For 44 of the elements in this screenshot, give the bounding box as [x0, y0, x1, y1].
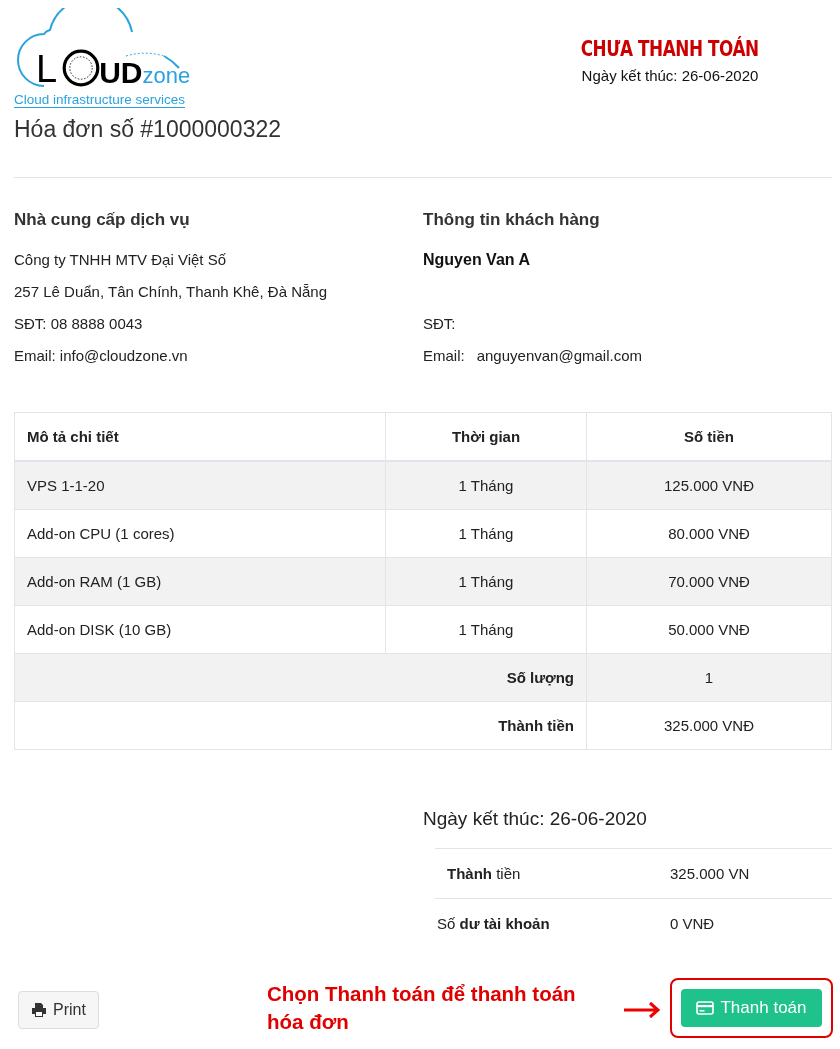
- logo-suffix: zone: [142, 64, 191, 88]
- phone-label: SĐT:: [423, 314, 457, 334]
- ring-icon: [61, 48, 102, 88]
- provider-info: 257 Lê Duẩn, Tân Chính, Thanh Khê, Đà Nẵng: [14, 282, 328, 302]
- table-cell: 80.000 VNĐ: [586, 509, 832, 558]
- printer-icon: [31, 1002, 47, 1018]
- provider-info: Công ty TNHH MTV Đại Việt Số: [14, 250, 227, 270]
- table-cell: 1 Tháng: [385, 461, 587, 510]
- status-label: CHƯA THANH TOÁN: [581, 36, 759, 61]
- annotation-text: Chọn Thanh toán để thanh toán hóa đơn: [267, 981, 577, 1035]
- summary-value: 0 VNĐ: [669, 898, 832, 948]
- logo-bold-text: UD: [99, 58, 143, 88]
- table-cell: Add-on DISK (10 GB): [14, 605, 386, 654]
- credit-card-icon: [696, 1001, 715, 1015]
- table-cell: Add-on CPU (1 cores): [14, 509, 386, 558]
- section-heading: Thông tin khách hàng: [423, 209, 601, 231]
- section-heading: Nhà cung cấp dịch vụ: [14, 209, 191, 231]
- due-date: Ngày kết thúc: 26-06-2020: [423, 808, 648, 830]
- logo-letter: L: [36, 50, 58, 88]
- total-value: 325.000 VNĐ: [586, 701, 832, 750]
- total-label: Thành tiền: [14, 701, 587, 750]
- provider-info: Email: info@cloudzone.vn: [14, 346, 189, 366]
- table-cell: 70.000 VNĐ: [586, 557, 832, 606]
- arrow-icon: [622, 1000, 662, 1020]
- summary-value: 325.000 VN: [669, 848, 832, 899]
- table-cell: VPS 1-1-20: [14, 461, 386, 510]
- summary-label: Thành tiền: [435, 848, 669, 899]
- logo-tagline: Cloud infrastructure services: [14, 92, 186, 108]
- table-cell: 50.000 VNĐ: [586, 605, 832, 654]
- table-cell: 1 Tháng: [385, 605, 587, 654]
- customer-email: anguyenvan@gmail.com: [476, 346, 642, 366]
- total-value: 1: [586, 653, 832, 702]
- customer-name: Nguyen Van A: [423, 250, 531, 270]
- table-cell: Add-on RAM (1 GB): [14, 557, 386, 606]
- invoice-title: Hóa đơn số #1000000322: [14, 116, 283, 143]
- summary-label: Số dư tài khoản: [435, 898, 669, 948]
- print-button[interactable]: Print: [18, 991, 99, 1029]
- table-cell: 125.000 VNĐ: [586, 461, 832, 510]
- email-label: Email:: [423, 346, 465, 366]
- table-cell: 1 Tháng: [385, 509, 587, 558]
- total-label: Số lượng: [14, 653, 587, 702]
- provider-info: SĐT: 08 8888 0043: [14, 314, 144, 334]
- table-cell: 1 Tháng: [385, 557, 587, 606]
- due-date: Ngày kết thúc: 26-06-2020: [581, 67, 759, 84]
